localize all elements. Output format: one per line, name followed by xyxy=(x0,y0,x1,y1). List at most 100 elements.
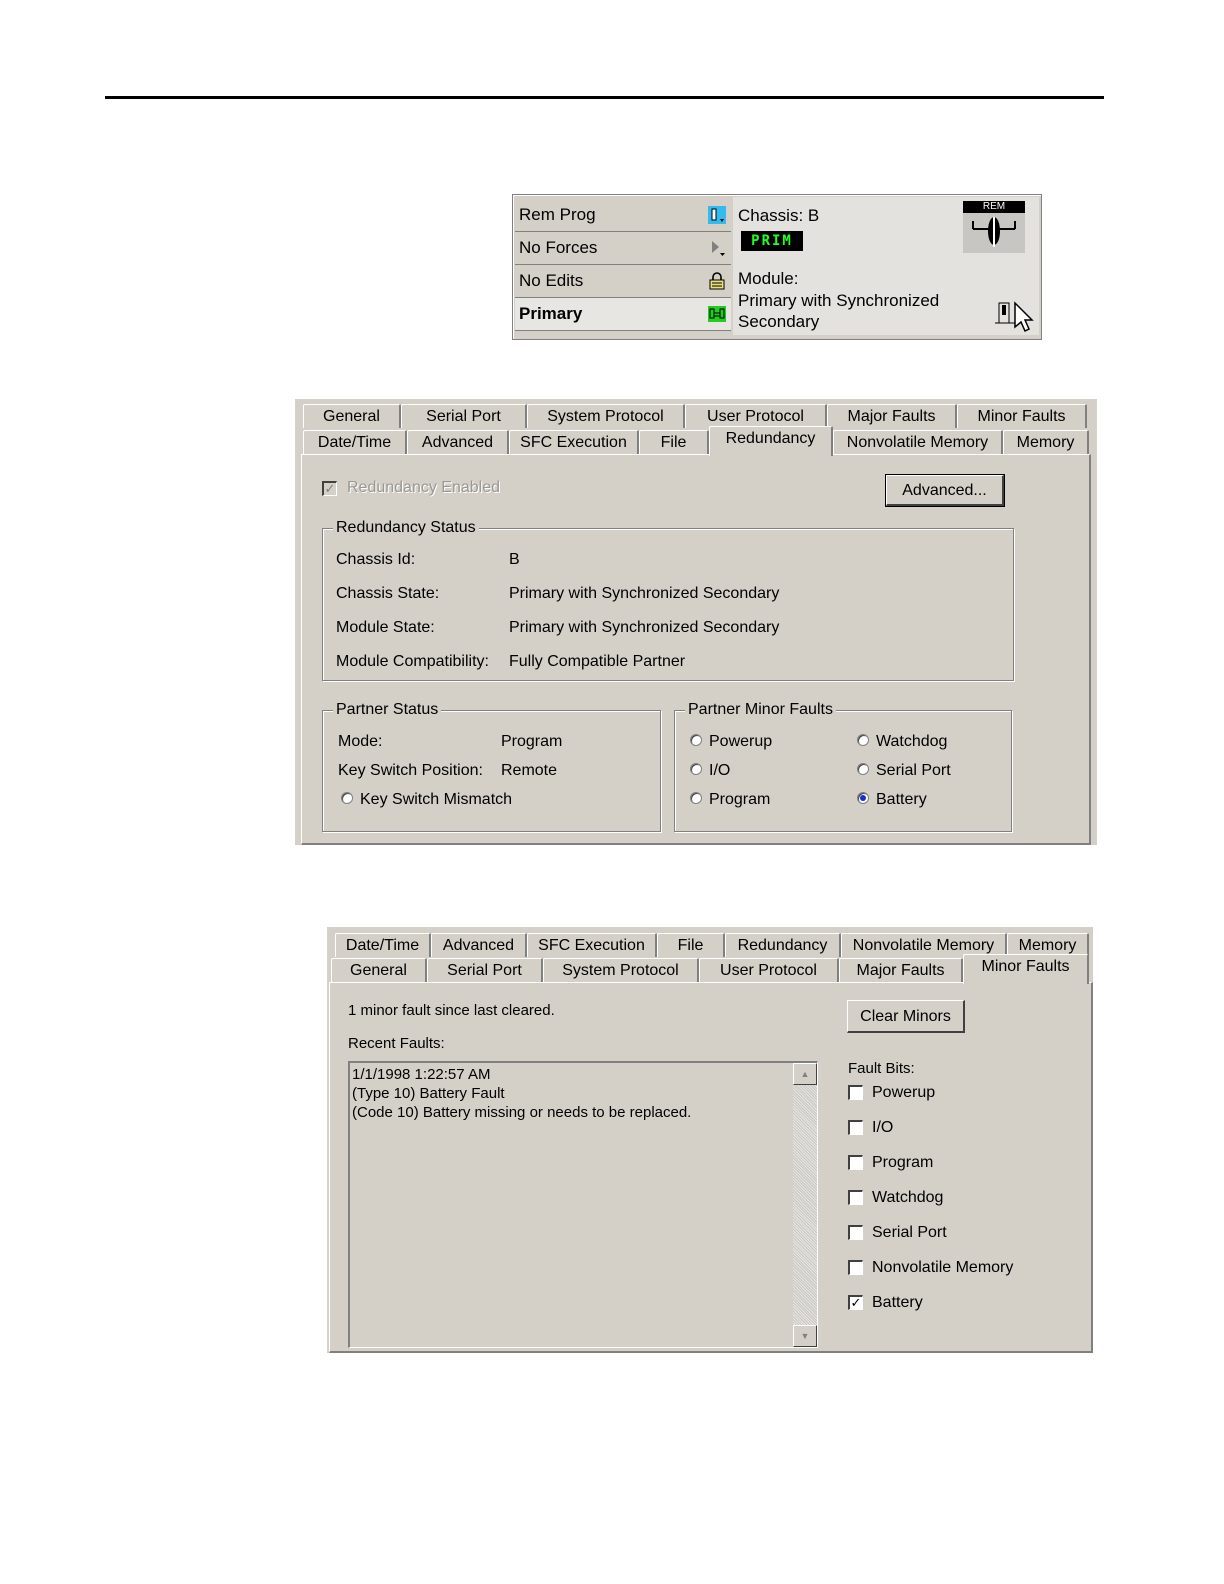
tab-general[interactable]: General xyxy=(303,404,401,428)
redundancy-tab-panel: ✓ Redundancy Enabled Advanced... Redunda… xyxy=(301,454,1091,845)
rem-label: REM xyxy=(963,201,1025,213)
module-compatibility-value: Fully Compatible Partner xyxy=(509,653,686,670)
partner-fault-powerup-indicator xyxy=(690,734,702,746)
partner-mode-value: Program xyxy=(501,733,563,750)
fault-bit-io-checkbox[interactable] xyxy=(848,1120,863,1135)
module-state-text: Primary with Synchronized Secondary xyxy=(738,291,940,331)
redundancy-properties-dialog: General Serial Port System Protocol User… xyxy=(295,399,1097,845)
prim-status-badge: PRIM xyxy=(741,231,803,251)
tab-redundancy[interactable]: Redundancy xyxy=(709,426,833,456)
tab-system-protocol[interactable]: System Protocol xyxy=(527,404,685,428)
key-switch-position-value: Remote xyxy=(501,762,558,779)
fault-bit-powerup-label: Powerup xyxy=(872,1084,936,1101)
partner-fault-watchdog-indicator xyxy=(857,734,869,746)
key-switch-mismatch-label: Key Switch Mismatch xyxy=(360,791,513,808)
remote-keyswitch[interactable]: REM xyxy=(963,201,1025,253)
tab-sfc-execution[interactable]: SFC Execution xyxy=(527,933,657,957)
recent-faults-text: 1/1/1998 1:22:57 AM (Type 10) Battery Fa… xyxy=(352,1066,692,1121)
mouse-pointer-icon xyxy=(995,301,1034,333)
minor-faults-tab-panel: 1 minor fault since last cleared. Recent… xyxy=(329,982,1093,1353)
status-row-edits-label: No Edits xyxy=(519,271,584,290)
module-state-value: Primary with Synchronized Secondary xyxy=(509,619,780,636)
partner-status-title: Partner Status xyxy=(333,700,442,720)
fault-bit-serial-port-checkbox[interactable] xyxy=(848,1225,863,1240)
partner-fault-battery-label: Battery xyxy=(876,791,927,808)
fault-bit-watchdog-checkbox[interactable] xyxy=(848,1190,863,1205)
keyswitch-icon xyxy=(972,217,1016,247)
partner-fault-serial-port-indicator xyxy=(857,763,869,775)
chassis-id-label: Chassis Id: xyxy=(336,551,416,568)
tab-major-faults[interactable]: Major Faults xyxy=(827,404,957,428)
tab-sfc-execution[interactable]: SFC Execution xyxy=(509,430,639,454)
chassis-state-label: Chassis State: xyxy=(336,585,440,602)
status-row-redundancy[interactable]: Primary xyxy=(515,298,731,331)
partner-fault-serial-port-label: Serial Port xyxy=(876,762,951,779)
fault-bit-nonvolatile-memory-label: Nonvolatile Memory xyxy=(872,1259,1014,1276)
partner-mode-label: Mode: xyxy=(338,733,383,750)
status-row-forces[interactable]: No Forces xyxy=(515,232,731,265)
partner-fault-watchdog-label: Watchdog xyxy=(876,733,948,750)
tab-system-protocol[interactable]: System Protocol xyxy=(543,958,699,982)
partner-fault-program-indicator xyxy=(690,792,702,804)
tab-general[interactable]: General xyxy=(331,958,427,982)
minor-faults-properties-dialog: Date/Time Advanced SFC Execution File Re… xyxy=(327,927,1093,1353)
status-rows: Rem Prog No Forces No Edits Primary xyxy=(515,199,731,331)
tab-advanced[interactable]: Advanced xyxy=(431,933,527,957)
fault-bit-program-label: Program xyxy=(872,1154,934,1171)
redundancy-link-icon xyxy=(708,306,726,322)
scroll-up-button[interactable]: ▲ xyxy=(793,1063,817,1085)
fault-bit-program-checkbox[interactable] xyxy=(848,1155,863,1170)
partner-fault-battery-indicator xyxy=(857,792,869,804)
minor-fault-summary: 1 minor fault since last cleared. xyxy=(348,1002,555,1019)
partner-minor-faults-title: Partner Minor Faults xyxy=(685,700,836,720)
partner-fault-io-indicator xyxy=(690,763,702,775)
fault-bit-nonvolatile-memory-checkbox[interactable] xyxy=(848,1260,863,1275)
recent-faults-scrollbar[interactable]: ▲ ▼ xyxy=(793,1063,817,1347)
chassis-state-value: Primary with Synchronized Secondary xyxy=(509,585,780,602)
partner-fault-io-label: I/O xyxy=(709,762,731,779)
chassis-id-value: B xyxy=(509,551,520,568)
recent-faults-listbox[interactable]: 1/1/1998 1:22:57 AM (Type 10) Battery Fa… xyxy=(348,1061,818,1348)
redundancy-status-title: Redundancy Status xyxy=(333,518,479,538)
controller-status-widget: Rem Prog No Forces No Edits Primary Chas… xyxy=(512,194,1042,340)
module-label: Module: xyxy=(738,269,799,288)
fault-bit-io-label: I/O xyxy=(872,1119,894,1136)
play-arrow-icon xyxy=(712,241,725,256)
tab-memory[interactable]: Memory xyxy=(1003,430,1089,454)
tab-date-time[interactable]: Date/Time xyxy=(335,933,431,957)
status-row-mode-label: Rem Prog xyxy=(519,205,596,224)
fault-bit-watchdog-label: Watchdog xyxy=(872,1189,944,1206)
tab-minor-faults[interactable]: Minor Faults xyxy=(963,954,1089,984)
clear-minors-button[interactable]: Clear Minors xyxy=(847,1000,965,1033)
tab-major-faults[interactable]: Major Faults xyxy=(839,958,963,982)
partner-minor-faults-group: Partner Minor Faults Powerup Watchdog I/… xyxy=(674,700,1012,832)
fault-bit-powerup-checkbox[interactable] xyxy=(848,1085,863,1100)
advanced-button[interactable]: Advanced... xyxy=(885,474,1005,507)
partner-status-group: Partner Status Mode: Program Key Switch … xyxy=(322,700,661,832)
tab-user-protocol[interactable]: User Protocol xyxy=(685,404,827,428)
tab-file[interactable]: File xyxy=(657,933,725,957)
status-row-forces-label: No Forces xyxy=(519,238,598,257)
redundancy-status-group: Redundancy Status Chassis Id: B Chassis … xyxy=(322,518,1014,681)
tab-serial-port[interactable]: Serial Port xyxy=(427,958,543,982)
status-row-edits[interactable]: No Edits xyxy=(515,265,731,298)
scroll-down-button[interactable]: ▼ xyxy=(793,1325,817,1347)
tab-advanced[interactable]: Advanced xyxy=(407,430,509,454)
status-row-mode[interactable]: Rem Prog xyxy=(515,199,731,232)
chassis-label: Chassis: B xyxy=(738,206,820,225)
tab-date-time[interactable]: Date/Time xyxy=(303,430,407,454)
recent-faults-label: Recent Faults: xyxy=(348,1035,445,1052)
module-compatibility-label: Module Compatibility: xyxy=(336,653,489,670)
tab-nonvolatile-memory[interactable]: Nonvolatile Memory xyxy=(833,430,1003,454)
tab-user-protocol[interactable]: User Protocol xyxy=(699,958,839,982)
tab-minor-faults[interactable]: Minor Faults xyxy=(957,404,1087,428)
fault-bit-battery-label: Battery xyxy=(872,1294,923,1311)
status-row-redundancy-label: Primary xyxy=(519,304,583,323)
redundancy-enabled-checkbox[interactable]: ✓ xyxy=(322,481,337,496)
fault-bit-battery-checkbox[interactable]: ✓ xyxy=(848,1295,863,1310)
tab-redundancy[interactable]: Redundancy xyxy=(725,933,841,957)
page-header-rule xyxy=(105,96,1104,99)
tab-serial-port[interactable]: Serial Port xyxy=(401,404,527,428)
tab-file[interactable]: File xyxy=(639,430,709,454)
key-switch-mismatch-indicator xyxy=(341,792,353,804)
